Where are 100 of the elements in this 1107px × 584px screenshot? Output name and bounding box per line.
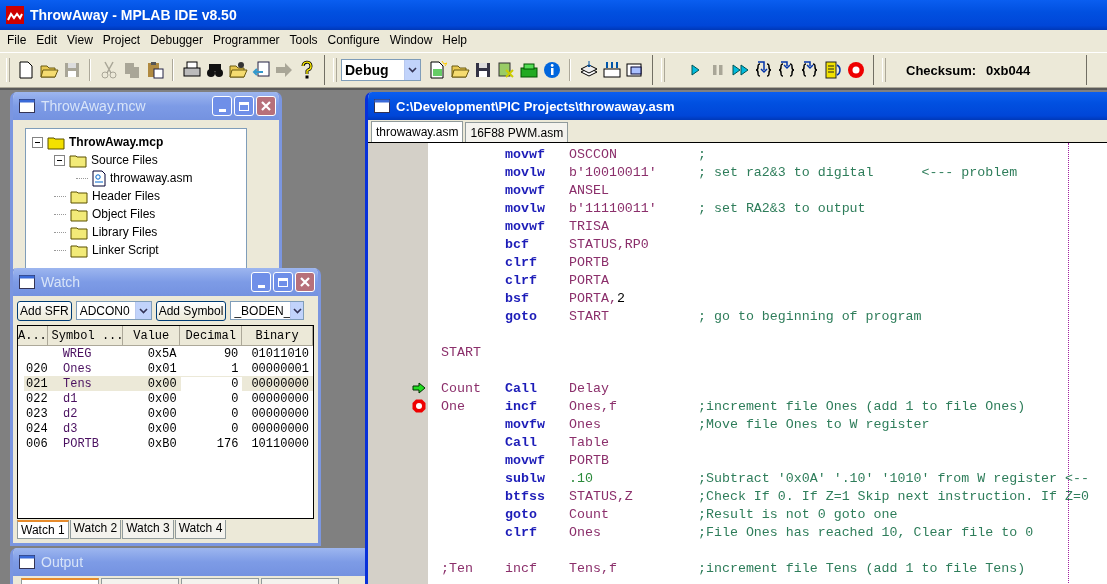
menu-item[interactable]: Window [384, 33, 438, 47]
tab[interactable]: Watch 3 [122, 520, 174, 539]
table-cell: d2 [63, 406, 78, 421]
symbol-dropdown[interactable]: _BODEN_ [230, 301, 305, 320]
code-operand: PORTB [569, 254, 609, 270]
code-instruction: movwf [505, 452, 545, 468]
code-label: START [441, 344, 481, 360]
table-cell: 0xB0 [147, 436, 177, 451]
code-label: One [441, 398, 465, 414]
tree-item[interactable]: ThrowAway.mcp [69, 135, 164, 149]
menu-item[interactable]: View [62, 33, 98, 47]
table-cell: 020 [26, 361, 48, 376]
code-label: ;Ten [441, 560, 473, 576]
table-cell: 0x5A [147, 346, 177, 361]
code-operand: Ones,f [569, 398, 617, 414]
checksum-value: 0xb044 [986, 62, 1031, 78]
menu-item[interactable]: Tools [284, 33, 323, 47]
table-cell: 00000001 [251, 361, 309, 376]
code-operand: b'10010011' [569, 164, 657, 180]
code-instruction: Call [505, 380, 537, 396]
code-operand: TRISA [569, 218, 609, 234]
code-comment: ; set RA2&3 to output [698, 200, 866, 216]
window-title: C:\Development\PIC Projects\throwaway.asm [396, 98, 675, 114]
window-title: ThrowAway.mcw [41, 98, 146, 114]
column-header[interactable]: Symbol ... [48, 326, 124, 345]
code-instruction: movfw [505, 416, 545, 432]
code-instruction: movwf [505, 146, 545, 162]
column-header[interactable]: Value [123, 326, 181, 345]
menu-item[interactable]: Project [97, 33, 146, 47]
tree-item[interactable]: Source Files [91, 153, 158, 167]
code-comment: ; [698, 146, 706, 162]
code-operand: START [569, 308, 609, 324]
code-operand: STATUS,RP0 [569, 236, 649, 252]
code-operand: ANSEL [569, 182, 609, 198]
watch-row[interactable]: WREG 0x5A 90 01011010 [24, 346, 313, 361]
code-operand: OSCCON [569, 146, 617, 162]
menu-item[interactable]: Debugger [145, 33, 208, 47]
table-cell: 00000000 [251, 406, 309, 421]
watch-row[interactable]: 006 PORTB 0xB0 176 10110000 [24, 436, 313, 451]
tab[interactable]: Watch 4 [174, 520, 227, 539]
column-header[interactable]: A... [18, 326, 49, 345]
table-cell: 006 [26, 436, 48, 451]
menu-item[interactable]: Configure [322, 33, 385, 47]
menu-item[interactable]: File [2, 33, 32, 47]
code-operand: PORTA,2 [569, 290, 625, 306]
tab[interactable]: Watch 1 [17, 520, 69, 539]
code-comment: ;Result is not 0 goto one [698, 506, 898, 522]
table-cell: 024 [26, 421, 48, 436]
code-instruction: bcf [505, 236, 529, 252]
code-comment: ;increment file Tens (add 1 to file Tens) [698, 560, 1026, 576]
column-header[interactable]: Binary [242, 326, 313, 345]
table-cell: 0 [231, 376, 239, 391]
watch-row[interactable]: 020 Ones 0x01 1 00000001 [24, 361, 313, 376]
column-header[interactable]: Decimal [180, 326, 243, 345]
table-cell: 0 [231, 391, 239, 406]
table-cell: 0 [231, 421, 239, 436]
sfr-dropdown[interactable]: ADCON0 [75, 301, 152, 320]
code-operand: Table [569, 434, 609, 450]
tree-item[interactable]: Linker Script [92, 243, 159, 257]
table-cell: 00000000 [251, 421, 309, 436]
table-cell: 176 [216, 436, 239, 451]
window-title: Output [41, 554, 84, 570]
tree-item[interactable]: Library Files [92, 225, 158, 239]
code-instruction: movwf [505, 182, 545, 198]
code-comment: ;Move file Ones to W register [698, 416, 930, 432]
table-cell: 00000000 [251, 376, 309, 391]
code-instruction: movlw [505, 164, 545, 180]
menu-item[interactable]: Help [437, 33, 472, 47]
watch-row[interactable]: 023 d2 0x00 0 00000000 [24, 406, 313, 421]
table-cell: Tens [63, 376, 92, 391]
watch-row[interactable]: 021 Tens 0x00 0 00000000 [24, 376, 313, 391]
menu-item[interactable]: Edit [31, 33, 63, 47]
file-tab[interactable]: 16F88 PWM.asm [465, 122, 569, 142]
code-instruction: clrf [505, 254, 537, 270]
tab[interactable]: Watch 2 [69, 520, 122, 539]
tree-item[interactable]: throwaway.asm [110, 171, 193, 185]
watch-row[interactable]: 024 d3 0x00 0 00000000 [24, 421, 313, 436]
table-cell: 022 [26, 391, 48, 406]
code-operand: Ones [569, 416, 601, 432]
code-operand: Ones [569, 524, 601, 540]
code-instruction: movlw [505, 200, 545, 216]
code-operand: STATUS,Z [569, 488, 633, 504]
code-instruction: btfss [505, 488, 545, 504]
add-sfr-button[interactable]: Add SFR [17, 300, 72, 321]
table-cell: 90 [223, 346, 239, 361]
table-cell: 00000000 [251, 391, 309, 406]
table-cell: 10110000 [251, 436, 309, 451]
table-cell: 0x00 [147, 421, 177, 436]
tree-item[interactable]: Object Files [92, 207, 156, 221]
add-symbol-button[interactable]: Add Symbol [155, 300, 227, 321]
file-tab[interactable]: throwaway.asm [371, 121, 464, 142]
build-config-dropdown[interactable]: Debug [341, 59, 421, 81]
code-comment: ; set ra2&3 to digital <--- problem [698, 164, 1018, 180]
code-comment: ;Check If 0. If Z=1 Skip next instruction. If Z=0 [698, 488, 1089, 504]
code-operand: Delay [569, 380, 609, 396]
code-operand: b'11110011' [569, 200, 657, 216]
table-cell: 01011010 [251, 346, 309, 361]
watch-row[interactable]: 022 d1 0x00 0 00000000 [24, 391, 313, 406]
tree-item[interactable]: Header Files [92, 189, 161, 203]
menu-item[interactable]: Programmer [207, 33, 285, 47]
